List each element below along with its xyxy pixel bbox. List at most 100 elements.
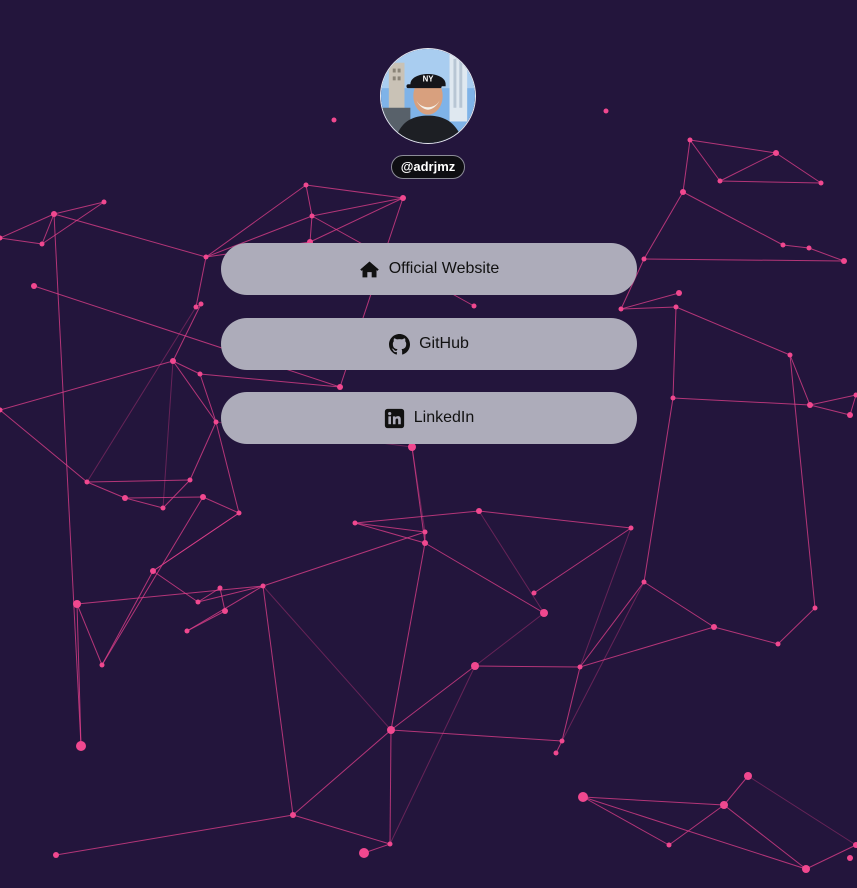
github-label: GitHub (419, 335, 469, 352)
network-node (290, 812, 296, 818)
network-line (309, 197, 404, 243)
network-node (641, 256, 647, 262)
network-node (717, 178, 723, 184)
network-line (777, 607, 816, 645)
network-line (309, 215, 313, 243)
network-node (680, 189, 686, 195)
official-website-button[interactable]: Official Website (221, 243, 637, 295)
network-node (84, 479, 90, 485)
network-line (262, 585, 294, 816)
network-node (51, 211, 57, 217)
network-node (309, 213, 315, 219)
network-node (170, 358, 176, 364)
network-line (620, 306, 677, 310)
network-line (262, 585, 392, 731)
network-node (53, 852, 59, 858)
network-node (853, 392, 857, 398)
network-line (643, 581, 715, 628)
network-node (577, 664, 583, 670)
network-line (719, 180, 822, 184)
network-node (184, 628, 190, 634)
network-node (618, 306, 624, 312)
network-node (666, 842, 672, 848)
network-line (162, 360, 174, 509)
network-node (99, 662, 105, 668)
network-line (682, 191, 784, 246)
network-line (101, 570, 154, 666)
network-line (672, 397, 811, 406)
network-line (53, 213, 207, 258)
network-line (172, 360, 217, 423)
network-node (578, 792, 588, 802)
network-node (387, 726, 395, 734)
network-line (354, 522, 426, 544)
network-line (723, 775, 749, 806)
network-node (422, 529, 428, 535)
linkedin-button[interactable]: LinkedIn (221, 392, 637, 444)
network-line (747, 775, 857, 846)
network-node (331, 117, 337, 123)
github-button[interactable]: GitHub (221, 318, 637, 370)
network-line (311, 197, 404, 217)
network-line (579, 527, 632, 668)
network-line (474, 665, 581, 668)
network-line (354, 522, 426, 533)
network-node (213, 419, 219, 425)
network-line (478, 510, 545, 614)
linkedin-label: LinkedIn (413, 409, 475, 426)
network-line (533, 527, 632, 594)
network-node (387, 841, 393, 847)
network-node (744, 772, 752, 780)
network-node (818, 180, 824, 186)
network-line (199, 373, 217, 423)
network-line (41, 201, 105, 245)
network-node (203, 254, 209, 260)
network-line (55, 814, 294, 856)
network-node (195, 599, 201, 605)
network-line (389, 729, 392, 845)
network-node (807, 402, 813, 408)
network-node (559, 738, 565, 744)
network-line (668, 804, 725, 846)
network-node (408, 443, 416, 451)
network-line (849, 394, 857, 416)
network-line (0, 237, 43, 245)
network-node (841, 258, 847, 264)
network-line (162, 479, 191, 509)
network-node (39, 241, 45, 247)
network-node (471, 303, 477, 309)
network-node (540, 609, 548, 617)
network-line (579, 581, 645, 668)
network-node (222, 608, 228, 614)
network-line (561, 581, 645, 742)
network-line (561, 666, 581, 742)
network-node (197, 371, 203, 377)
page-background: NY @adrjmz Official Website GitHub Linke… (0, 0, 857, 888)
linkedin-icon (384, 408, 405, 429)
network-node (198, 301, 204, 307)
network-line (292, 814, 391, 845)
network-line (86, 481, 126, 499)
network-line (202, 496, 240, 514)
network-line (86, 479, 191, 483)
network-line (305, 184, 404, 199)
network-node (802, 865, 810, 873)
network-line (76, 603, 103, 666)
network-node (73, 600, 81, 608)
network-line (411, 446, 426, 544)
network-line (775, 152, 822, 184)
avatar-photo: NY (381, 49, 475, 143)
network-node (806, 245, 812, 251)
network-line (189, 421, 217, 481)
network-node (787, 352, 793, 358)
network-line (689, 139, 777, 154)
network-line (152, 570, 199, 603)
network-node (236, 510, 242, 516)
network-line (723, 804, 807, 870)
network-line (782, 244, 810, 249)
official-website-label: Official Website (388, 260, 500, 277)
network-line (389, 665, 476, 845)
network-line (390, 542, 426, 731)
network-line (682, 139, 691, 193)
network-node (775, 641, 781, 647)
